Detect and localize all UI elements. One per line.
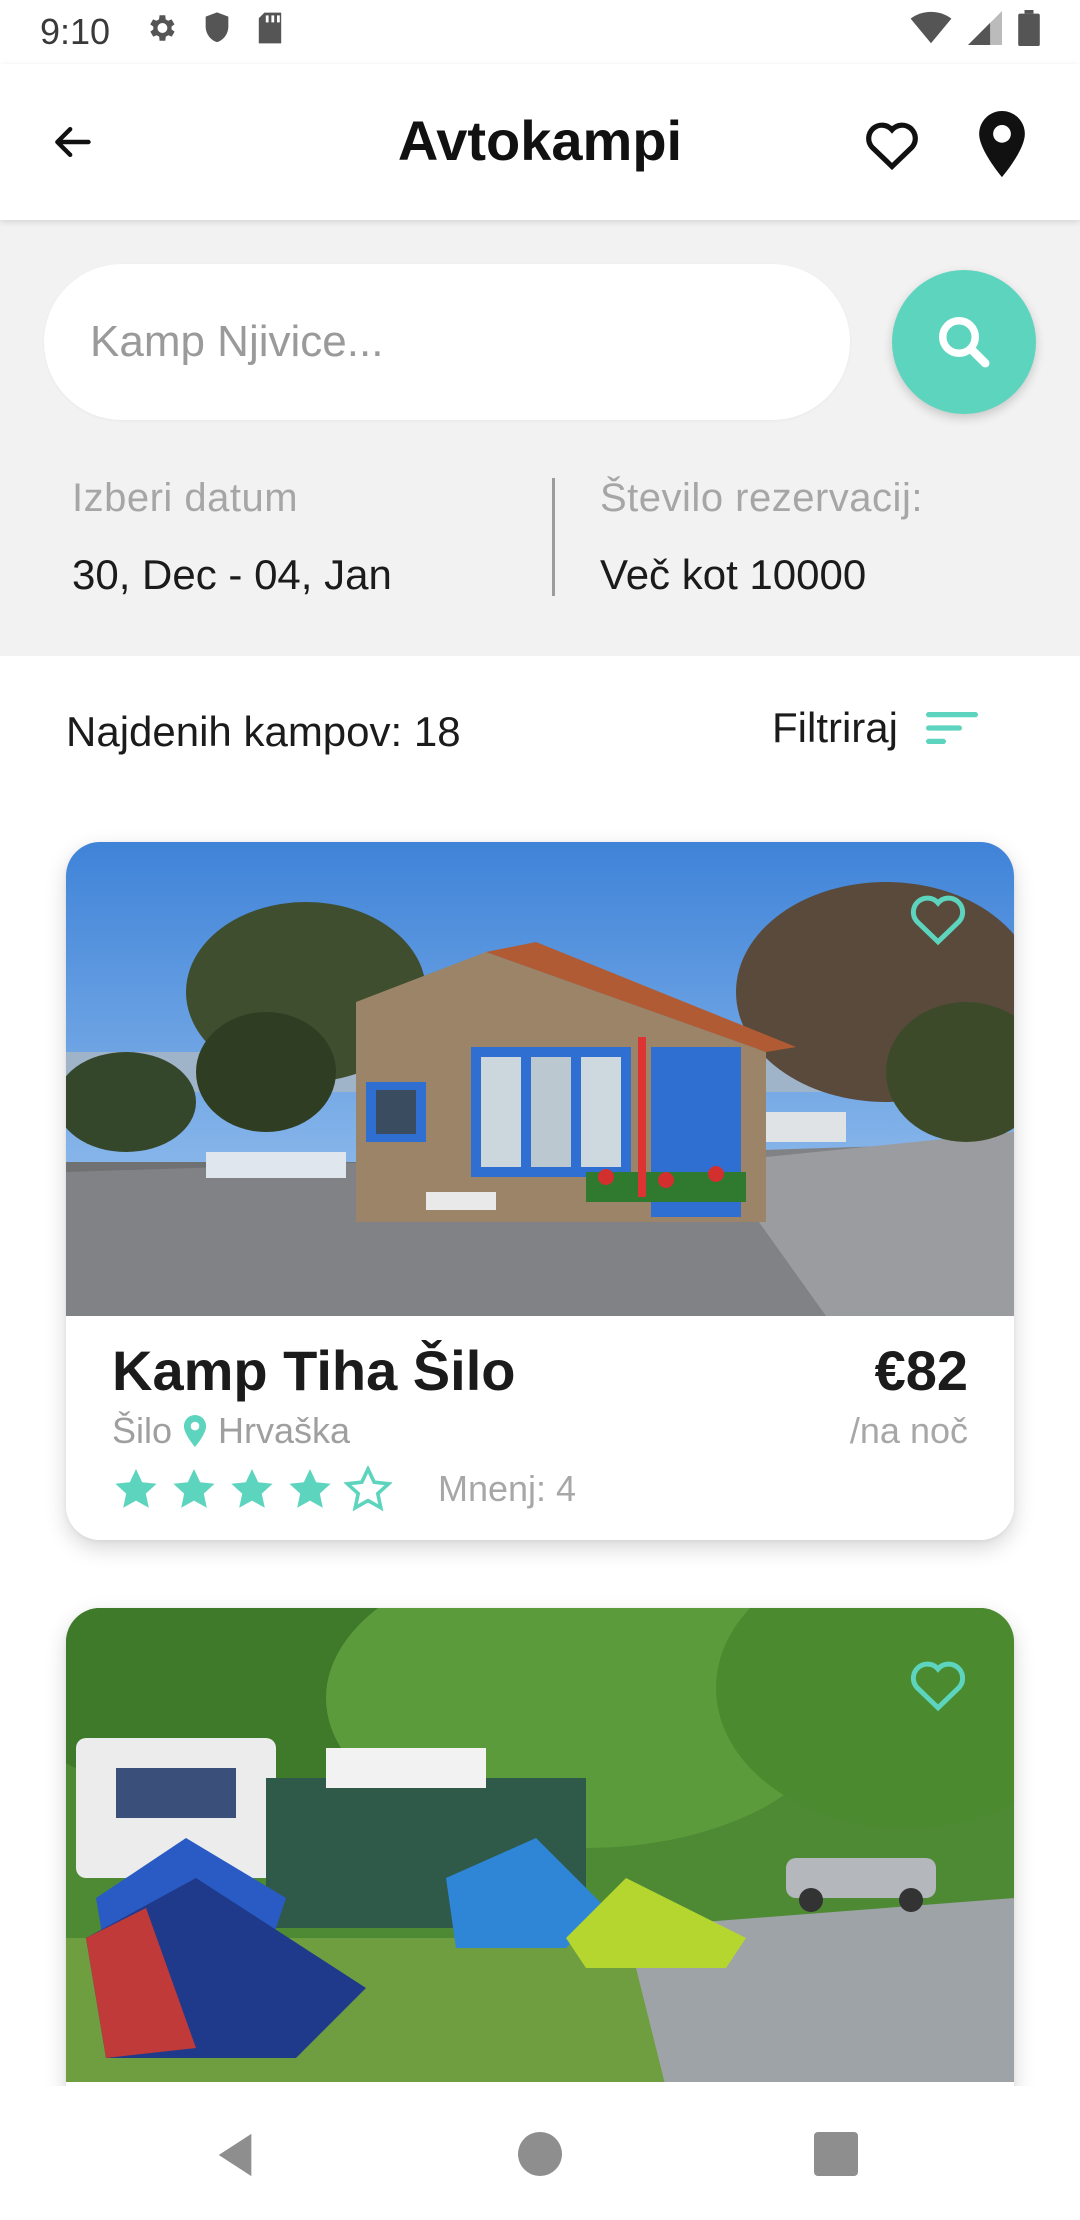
search-button[interactable]: [892, 270, 1036, 414]
camp-price: €82: [874, 1339, 968, 1402]
nav-home-icon[interactable]: [518, 2132, 562, 2176]
location-pin-icon: [183, 1415, 207, 1447]
camp-town: Šilo: [112, 1410, 173, 1451]
favorite-toggle[interactable]: [908, 890, 968, 946]
star-filled-icon: [115, 1469, 157, 1508]
nav-back-icon[interactable]: [216, 2132, 256, 2183]
gear-icon: [144, 11, 178, 54]
search-input[interactable]: [44, 264, 850, 420]
map-button[interactable]: [966, 106, 1038, 182]
heart-outline-icon: [866, 122, 918, 170]
camp-name: Kamp Tiha Šilo: [112, 1339, 516, 1402]
camp-country: Hrvaška: [218, 1410, 351, 1451]
camp-location: Šilo Hrvaška: [112, 1410, 350, 1452]
divider: [552, 478, 555, 596]
status-time: 9:10: [40, 11, 111, 52]
search-panel: Izberi datum 30, Dec - 04, Jan Število r…: [0, 220, 1080, 656]
results-count: Najdenih kampov: 18: [66, 708, 461, 755]
wifi-icon: [910, 11, 952, 54]
results-header: Najdenih kampov: 18 Filtriraj: [0, 656, 1080, 806]
star-rating: [112, 1466, 392, 1512]
filter-button[interactable]: Filtriraj: [772, 704, 978, 752]
camp-card[interactable]: [66, 1608, 1014, 2168]
star-filled-icon: [289, 1469, 331, 1508]
shield-icon: [202, 11, 232, 54]
signal-icon: [968, 10, 1002, 54]
filter-label: Filtriraj: [772, 704, 898, 751]
camp-card[interactable]: Kamp Tiha Šilo Šilo Hrvaška Mnenj: 4 €82…: [66, 842, 1014, 1540]
battery-icon: [1018, 9, 1040, 55]
date-picker[interactable]: Izberi datum 30, Dec - 04, Jan: [72, 476, 392, 599]
status-bar: 9:10: [0, 0, 1080, 64]
star-filled-icon: [173, 1469, 215, 1508]
star-outline-icon: [344, 1466, 392, 1512]
date-value: 30, Dec - 04, Jan: [72, 551, 392, 598]
app-bar: Avtokampi: [0, 64, 1080, 220]
reservations-label: Število rezervacij:: [600, 476, 923, 520]
nav-recents-icon[interactable]: [814, 2132, 858, 2176]
price-unit: /na noč: [849, 1410, 968, 1451]
rating-row: Mnenj: 4: [112, 1466, 576, 1512]
reservations-value: Več kot 10000: [600, 551, 867, 598]
camp-tents-photo: [66, 1608, 1014, 2082]
heart-outline-icon: [910, 895, 966, 946]
camp-building-photo: [66, 842, 1014, 1316]
system-nav-bar: [0, 2086, 1080, 2220]
review-count: Mnenj: 4: [438, 1468, 577, 1509]
favorites-button[interactable]: [858, 110, 926, 178]
sd-card-icon: [256, 11, 284, 54]
date-label: Izberi datum: [72, 476, 299, 520]
reservations-info: Število rezervacij: Več kot 10000: [600, 476, 923, 599]
favorite-toggle[interactable]: [908, 1656, 968, 1712]
star-filled-icon: [231, 1469, 273, 1508]
search-icon: [939, 317, 990, 368]
location-pin-icon: [979, 111, 1025, 177]
heart-outline-icon: [910, 1661, 966, 1712]
filter-lines-icon: [925, 712, 978, 744]
camp-info: Kamp Tiha Šilo Šilo Hrvaška Mnenj: 4 €82…: [66, 1316, 1014, 1540]
